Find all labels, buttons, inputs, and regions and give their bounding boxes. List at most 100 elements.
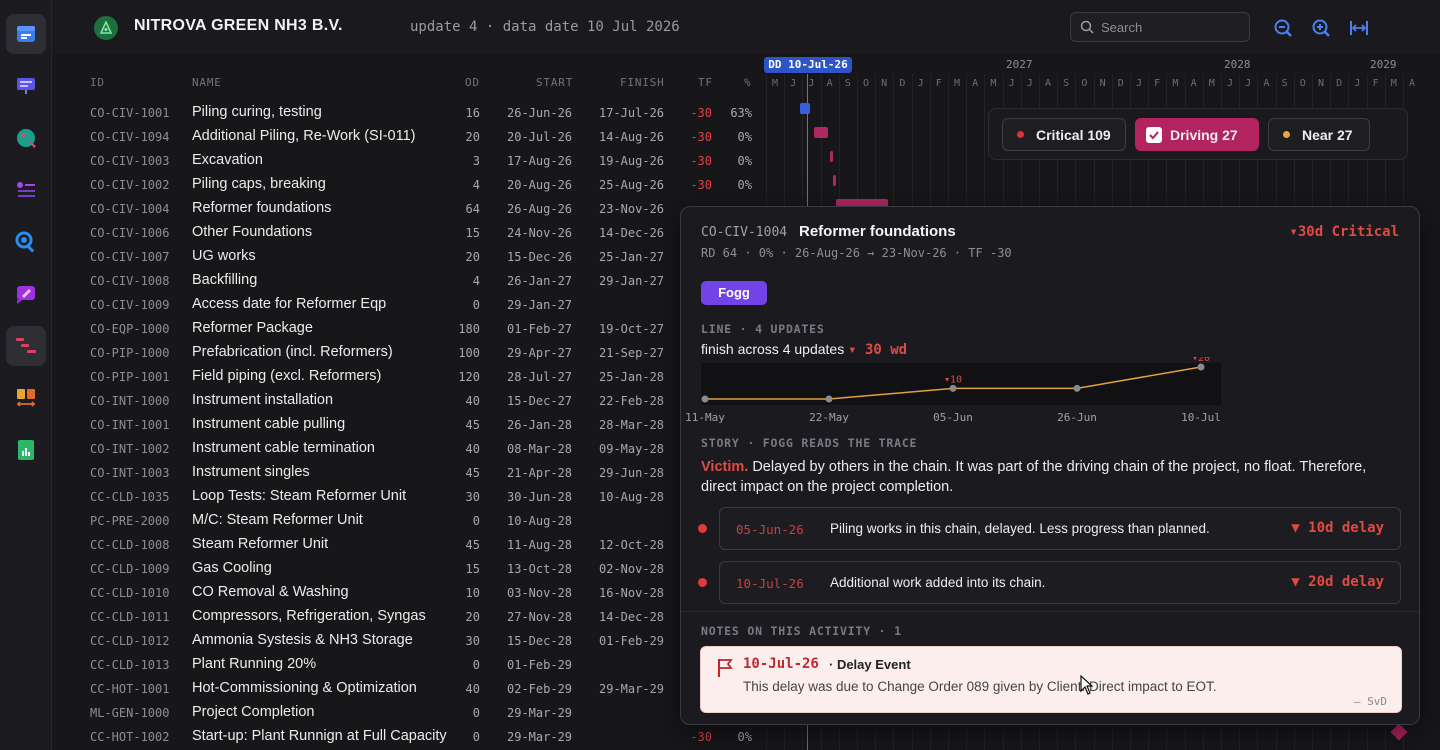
milestone-diamond[interactable] (1390, 723, 1408, 741)
gantt-bar[interactable] (814, 127, 828, 138)
activity-name: Instrument cable termination (192, 440, 375, 456)
delay-event-item[interactable]: 05-Jun-26 Piling works in this chain, de… (719, 507, 1401, 550)
table-row[interactable]: CO-INT-1001 Instrument cable pulling 45 26-… (64, 413, 764, 437)
search-input[interactable] (1101, 18, 1241, 36)
fogg-badge[interactable]: Fogg (701, 281, 767, 305)
activity-note-card[interactable]: 10-Jul-26 · Delay Event This delay was d… (700, 646, 1402, 713)
month-label: J (808, 78, 815, 89)
zoom-in-icon[interactable] (1310, 17, 1332, 39)
activity-name: UG works (192, 248, 256, 264)
col-finish-header[interactable]: FINISH (620, 76, 665, 89)
finish-date: 28-Mar-28 (599, 418, 665, 432)
table-row[interactable]: CO-CIV-1001 Piling curing, testing 16 26-Ju… (64, 101, 764, 125)
table-row[interactable]: CO-INT-1000 Instrument installation 40 15-D… (64, 389, 764, 413)
compare-icon[interactable] (6, 378, 46, 418)
table-row[interactable]: CO-CIV-1094 Additional Piling, Re-Work (S… (64, 125, 764, 149)
table-row[interactable]: CO-CIV-1006 Other Foundations 15 24-Nov-26 1… (64, 221, 764, 245)
activity-name: Start-up: Plant Runnign at Full Capacity (192, 728, 447, 744)
finish-date: 16-Nov-28 (599, 586, 665, 600)
table-row[interactable]: CO-CIV-1009 Access date for Reformer Eqp 0… (64, 293, 764, 317)
table-row[interactable]: CC-CLD-1035 Loop Tests: Steam Reformer Un… (64, 485, 764, 509)
activity-name: Plant Running 20% (192, 656, 317, 672)
finish-date: 17-Jul-26 (599, 106, 665, 120)
event-date: 05-Jun-26 (736, 522, 804, 537)
table-row[interactable]: CO-CIV-1003 Excavation 3 17-Aug-26 19-Aug-26… (64, 149, 764, 173)
mouse-cursor-icon (1080, 674, 1094, 700)
col-name-header[interactable]: NAME (192, 76, 222, 89)
zoom-out-icon[interactable] (1272, 17, 1294, 39)
chat-edit-icon[interactable] (6, 274, 46, 314)
calendar-icon[interactable] (6, 14, 46, 54)
report-icon[interactable] (6, 430, 46, 470)
finish-date: 14-Aug-26 (599, 130, 665, 144)
table-row[interactable]: CC-CLD-1013 Plant Running 20% 0 01-Feb-29 (64, 653, 764, 677)
start-date: 26-Aug-26 (507, 202, 573, 216)
gantt-icon[interactable] (6, 326, 46, 366)
filter-critical[interactable]: Critical 109 (1002, 118, 1126, 151)
original-duration: 45 (465, 466, 480, 480)
gantt-bar[interactable] (833, 175, 836, 186)
checkbox-checked-icon[interactable] (1146, 126, 1162, 143)
table-row[interactable]: CO-CIV-1008 Backfilling 4 26-Jan-27 29-Jan-2… (64, 269, 764, 293)
col-tf-header[interactable]: TF (698, 76, 713, 89)
activity-id: CO-INT-1002 (90, 442, 170, 456)
original-duration: 0 (472, 298, 480, 312)
filter-near[interactable]: Near 27 (1268, 118, 1370, 151)
table-row[interactable]: CO-CIV-1002 Piling caps, breaking 4 20-Aug-… (64, 173, 764, 197)
table-row[interactable]: CO-CIV-1007 UG works 20 15-Dec-26 25-Jan-27 (64, 245, 764, 269)
table-row[interactable]: CC-CLD-1008 Steam Reformer Unit 45 11-Aug-2… (64, 533, 764, 557)
event-delay: ▼ 10d delay (1291, 520, 1384, 536)
table-row[interactable]: CO-INT-1003 Instrument singles 45 21-Apr-28… (64, 461, 764, 485)
gantt-bar[interactable] (830, 151, 833, 162)
filter-driving[interactable]: Driving 27 (1135, 118, 1259, 151)
gantt-bar[interactable] (800, 103, 810, 114)
activity-detail-panel: CO-CIV-1004 Reformer foundations ▾30d Cr… (680, 206, 1420, 725)
activity-name: Compressors, Refrigeration, Syngas (192, 608, 426, 624)
col-id-header[interactable]: ID (90, 76, 105, 89)
search-gear-icon[interactable] (6, 222, 46, 262)
activity-name: Ammonia Systesis & NH3 Storage (192, 632, 413, 648)
activity-id: CO-PIP-1000 (90, 346, 170, 360)
col-start-header[interactable]: START (536, 76, 573, 89)
month-label: D (1117, 78, 1124, 89)
finish-date: 29-Jun-28 (599, 466, 665, 480)
fit-width-icon[interactable] (1348, 17, 1370, 39)
table-row[interactable]: CO-PIP-1000 Prefabrication (incl. Reforme… (64, 341, 764, 365)
original-duration: 3 (472, 154, 480, 168)
col-od-header[interactable]: OD (465, 76, 480, 89)
activity-name: Excavation (192, 152, 263, 168)
data-point (1197, 363, 1205, 371)
table-row[interactable]: CO-CIV-1004 Reformer foundations 64 26-Aug-… (64, 197, 764, 221)
month-label: N (1099, 78, 1106, 89)
start-date: 15-Dec-27 (507, 394, 573, 408)
activity-name: Field piping (excl. Reformers) (192, 368, 382, 384)
table-row[interactable]: CC-CLD-1009 Gas Cooling 15 13-Oct-28 02-Nov-… (64, 557, 764, 581)
update-info: update 4 · data date 10 Jul 2026 (410, 19, 680, 35)
table-row[interactable]: CO-INT-1002 Instrument cable termination 4… (64, 437, 764, 461)
delay-event-item[interactable]: 10-Jul-26 Additional work added into its… (719, 561, 1401, 604)
original-duration: 180 (458, 322, 480, 336)
palette-icon[interactable] (6, 118, 46, 158)
col-pct-header[interactable]: % (744, 76, 751, 89)
total-float: -30 (690, 154, 712, 168)
presentation-icon[interactable] (6, 66, 46, 106)
activity-name: Piling caps, breaking (192, 176, 326, 192)
list-add-icon[interactable] (6, 170, 46, 210)
table-row[interactable]: CC-CLD-1011 Compressors, Refrigeration, S… (64, 605, 764, 629)
activity-id: ML-GEN-1000 (90, 706, 170, 720)
activity-id: CO-CIV-1094 (90, 130, 170, 144)
table-row[interactable]: CC-CLD-1010 CO Removal & Washing 10 03-Nov-… (64, 581, 764, 605)
finish-date: 25-Jan-27 (599, 250, 665, 264)
table-row[interactable]: CC-CLD-1012 Ammonia Systesis & NH3 Storag… (64, 629, 764, 653)
search-box[interactable] (1070, 12, 1250, 42)
table-row[interactable]: CO-EQP-1000 Reformer Package 180 01-Feb-27 1… (64, 317, 764, 341)
table-row[interactable]: CO-PIP-1001 Field piping (excl. Reformers… (64, 365, 764, 389)
table-row[interactable]: CC-HOT-1002 Start-up: Plant Runnign at Fu… (64, 725, 764, 749)
table-row[interactable]: PC-PRE-2000 M/C: Steam Reformer Unit 0 10-A… (64, 509, 764, 533)
table-row[interactable]: CC-HOT-1001 Hot-Commissioning & Optimizat… (64, 677, 764, 701)
start-date: 08-Mar-28 (507, 442, 573, 456)
start-date: 24-Nov-26 (507, 226, 573, 240)
percent-complete: 63% (730, 106, 752, 120)
table-row[interactable]: ML-GEN-1000 Project Completion 0 29-Mar-29 (64, 701, 764, 725)
event-text: Piling works in this chain, delayed. Les… (830, 521, 1210, 536)
